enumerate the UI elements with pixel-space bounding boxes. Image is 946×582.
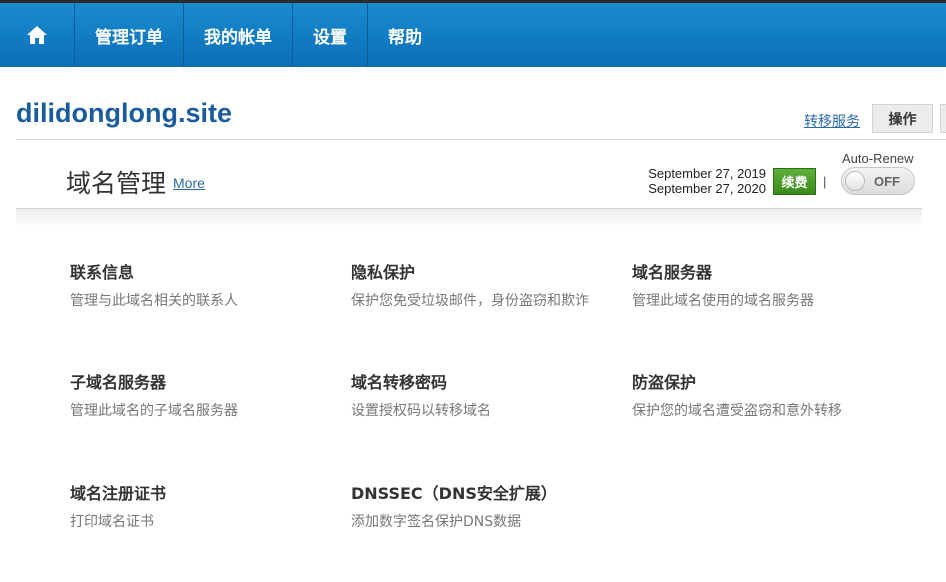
auto-renew-label: Auto-Renew <box>842 151 914 166</box>
toggle-state-text: OFF <box>874 174 900 189</box>
nav-settings[interactable]: 设置 <box>293 3 368 67</box>
feature-title[interactable]: 联系信息 <box>70 259 320 283</box>
actions-button[interactable]: 操作 <box>872 104 933 133</box>
feature-title[interactable]: 域名注册证书 <box>70 480 320 504</box>
home-icon <box>27 26 47 44</box>
more-link[interactable]: More <box>173 175 205 191</box>
feature-description: 打印域名证书 <box>70 514 154 530</box>
separator: | <box>823 174 827 189</box>
start-date: September 27, 2019 <box>648 166 766 181</box>
feature-description: 管理此域名使用的域名服务器 <box>632 293 814 309</box>
feature-contact-info[interactable]: 联系信息 管理与此域名相关的联系人 <box>70 259 320 312</box>
registration-dates: September 27, 2019 September 27, 2020 <box>630 166 766 196</box>
title-divider <box>16 139 946 140</box>
domain-name-title: dilidonglong.site <box>16 98 232 128</box>
feature-description: 管理与此域名相关的联系人 <box>70 293 238 309</box>
nav-help[interactable]: 帮助 <box>368 3 442 67</box>
feature-description: 添加数字签名保护DNS数据 <box>351 514 522 530</box>
feature-description: 设置授权码以转移域名 <box>351 403 491 419</box>
secondary-action-button[interactable] <box>940 104 946 133</box>
feature-domain-certificate[interactable]: 域名注册证书 打印域名证书 <box>70 480 320 533</box>
section-title: 域名管理 <box>66 169 167 198</box>
top-navbar: 管理订单 我的帐单 设置 帮助 <box>0 0 946 67</box>
feature-title[interactable]: 子域名服务器 <box>70 369 320 393</box>
feature-privacy-protection[interactable]: 隐私保护 保护您免受垃圾邮件，身份盗窃和欺诈 <box>351 259 591 312</box>
feature-description: 保护您的域名遭受盗窃和意外转移 <box>632 403 842 419</box>
feature-transfer-code[interactable]: 域名转移密码 设置授权码以转移域名 <box>351 369 601 422</box>
transfer-service-link[interactable]: 转移服务 <box>804 111 860 131</box>
section-shadow <box>16 209 922 227</box>
home-button[interactable] <box>0 3 75 67</box>
feature-title[interactable]: 隐私保护 <box>351 259 591 283</box>
feature-dnssec[interactable]: DNSSEC（DNS安全扩展） 添加数字签名保护DNS数据 <box>351 480 611 533</box>
feature-title[interactable]: 防盗保护 <box>632 369 892 393</box>
feature-name-servers[interactable]: 域名服务器 管理此域名使用的域名服务器 <box>632 259 892 312</box>
feature-description: 保护您免受垃圾邮件，身份盗窃和欺诈 <box>351 293 589 309</box>
auto-renew-toggle[interactable]: OFF <box>841 167 915 195</box>
renew-button[interactable]: 续费 <box>773 168 816 195</box>
feature-title[interactable]: 域名服务器 <box>632 259 892 283</box>
end-date: September 27, 2020 <box>648 181 766 196</box>
nav-manage-orders[interactable]: 管理订单 <box>75 3 184 67</box>
feature-theft-protection[interactable]: 防盗保护 保护您的域名遭受盗窃和意外转移 <box>632 369 892 422</box>
toggle-knob <box>845 171 865 191</box>
feature-description: 管理此域名的子域名服务器 <box>70 403 238 419</box>
feature-title[interactable]: DNSSEC（DNS安全扩展） <box>351 480 611 504</box>
feature-child-name-servers[interactable]: 子域名服务器 管理此域名的子域名服务器 <box>70 369 320 422</box>
feature-title[interactable]: 域名转移密码 <box>351 369 601 393</box>
nav-my-billing[interactable]: 我的帐单 <box>184 3 293 67</box>
